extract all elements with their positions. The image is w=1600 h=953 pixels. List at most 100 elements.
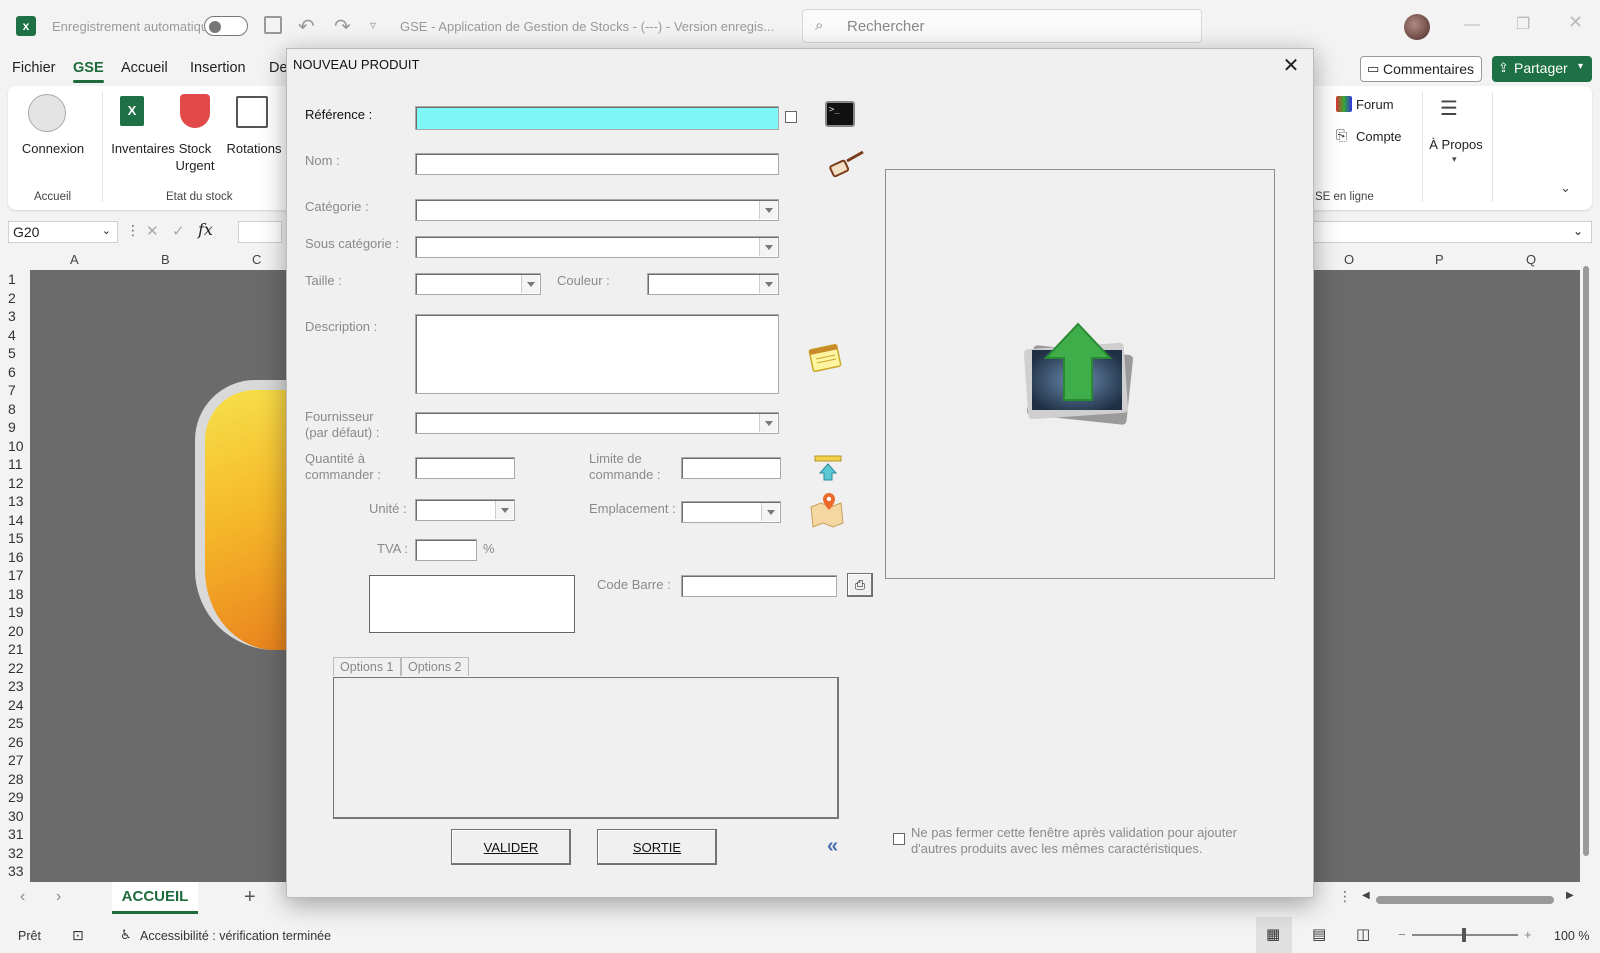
reference-auto-checkbox[interactable] <box>785 111 797 123</box>
scroll-right-icon[interactable]: ▶ <box>1566 890 1574 901</box>
apropos-dropdown-icon[interactable]: ▾ <box>1452 154 1457 165</box>
tab-accueil[interactable]: Accueil <box>121 60 168 76</box>
row-header[interactable]: 15 <box>8 530 24 546</box>
row-header[interactable]: 4 <box>8 327 16 343</box>
formula-expand-icon[interactable]: ⌄ <box>1573 224 1583 238</box>
row-header[interactable]: 29 <box>8 789 24 805</box>
comments-button[interactable]: ▭ Commentaires <box>1360 56 1482 82</box>
barcode-generate-button[interactable]: ⎙ <box>847 573 873 597</box>
tab-de[interactable]: De <box>269 60 288 76</box>
row-header[interactable]: 3 <box>8 308 16 324</box>
accessibility-status[interactable]: Accessibilité : vérification terminée <box>140 929 331 943</box>
search-box[interactable]: ⌕ Rechercher <box>802 9 1202 43</box>
search-loupe-icon[interactable] <box>827 149 865 179</box>
row-header[interactable]: 22 <box>8 660 24 676</box>
zoom-slider-thumb[interactable] <box>1462 928 1466 942</box>
code-barre-input[interactable] <box>681 575 837 597</box>
col-header-p[interactable]: P <box>1435 252 1444 267</box>
fournisseur-select[interactable] <box>415 412 779 434</box>
more-options-icon[interactable]: ⋮ <box>126 222 140 239</box>
autosave-toggle[interactable] <box>204 16 248 36</box>
page-break-icon[interactable]: ◫ <box>1356 925 1370 943</box>
add-sheet-icon[interactable]: + <box>244 886 256 909</box>
close-window-icon[interactable]: ✕ <box>1568 12 1583 33</box>
taille-select[interactable] <box>415 273 541 295</box>
scroll-left-icon[interactable]: ◀ <box>1362 890 1370 901</box>
notepad-icon[interactable] <box>807 339 843 375</box>
undo-icon[interactable]: ↶ <box>298 14 315 39</box>
formula-input[interactable]: ⌄ <box>1280 221 1592 243</box>
zoom-out-icon[interactable]: − <box>1398 927 1406 942</box>
excel-inventory-icon[interactable]: X <box>120 96 144 126</box>
sous-categorie-select[interactable] <box>415 236 779 258</box>
apropos-button[interactable]: À Propos <box>1426 136 1486 153</box>
tab-insertion[interactable]: Insertion <box>190 60 246 76</box>
limite-input[interactable] <box>681 457 781 479</box>
threshold-up-icon[interactable] <box>813 453 843 483</box>
row-header[interactable]: 19 <box>8 604 24 620</box>
save-icon[interactable] <box>264 16 282 34</box>
name-box[interactable]: G20 ⌄ <box>8 221 118 243</box>
row-header[interactable]: 16 <box>8 549 24 565</box>
redo-icon[interactable]: ↷ <box>334 14 351 39</box>
row-header[interactable]: 5 <box>8 345 16 361</box>
col-header-o[interactable]: O <box>1344 252 1354 267</box>
emplacement-select[interactable] <box>681 501 781 523</box>
col-header-a[interactable]: A <box>70 252 79 267</box>
chevron-down-icon[interactable] <box>759 275 777 293</box>
row-header[interactable]: 30 <box>8 808 24 824</box>
formula-input-left[interactable] <box>238 221 282 243</box>
row-header[interactable]: 33 <box>8 863 24 879</box>
keep-open-checkbox[interactable] <box>893 833 905 845</box>
unite-select[interactable] <box>415 499 515 521</box>
chevron-down-icon[interactable] <box>759 201 777 219</box>
row-header[interactable]: 11 <box>8 456 23 472</box>
page-layout-icon[interactable]: ▤ <box>1312 925 1326 943</box>
forum-link[interactable]: Forum <box>1356 96 1394 113</box>
image-upload-icon[interactable] <box>1018 320 1138 430</box>
col-header-c[interactable]: C <box>252 252 261 267</box>
stock-urgent-button[interactable]: Stock Urgent <box>168 140 222 174</box>
chevron-down-icon[interactable] <box>495 501 513 519</box>
zoom-in-icon[interactable]: + <box>1524 927 1532 942</box>
tab-fichier[interactable]: Fichier <box>12 60 56 76</box>
row-header[interactable]: 12 <box>8 475 24 491</box>
compte-link[interactable]: Compte <box>1356 128 1402 145</box>
categorie-select[interactable] <box>415 199 779 221</box>
col-header-q[interactable]: Q <box>1526 252 1536 267</box>
row-header[interactable]: 6 <box>8 364 16 380</box>
row-header[interactable]: 21 <box>8 641 24 657</box>
tva-input[interactable] <box>415 539 477 561</box>
chevron-down-icon[interactable] <box>759 238 777 256</box>
user-avatar[interactable] <box>1404 14 1430 40</box>
row-header[interactable]: 13 <box>8 493 24 509</box>
row-header[interactable]: 24 <box>8 697 24 713</box>
row-header[interactable]: 20 <box>8 623 24 639</box>
next-sheet-icon[interactable]: › <box>56 888 61 906</box>
chevron-down-icon[interactable] <box>521 275 539 293</box>
connexion-button[interactable]: Connexion <box>14 140 92 157</box>
share-button[interactable]: ⇪ Partager ▾ <box>1492 56 1592 82</box>
reference-input[interactable] <box>415 106 779 130</box>
row-header[interactable]: 31 <box>8 826 24 842</box>
row-header[interactable]: 23 <box>8 678 24 694</box>
row-header[interactable]: 26 <box>8 734 24 750</box>
cancel-entry-icon[interactable]: ✕ <box>146 222 159 240</box>
chevron-down-icon[interactable] <box>759 414 777 432</box>
collapse-icon[interactable]: « <box>827 835 838 858</box>
confirm-entry-icon[interactable]: ✓ <box>172 222 185 240</box>
nom-input[interactable] <box>415 153 779 175</box>
row-header[interactable]: 32 <box>8 845 24 861</box>
restore-icon[interactable]: ❐ <box>1516 14 1530 34</box>
insert-function-icon[interactable]: fx <box>198 220 213 239</box>
sortie-button[interactable]: SORTIE <box>597 829 717 865</box>
prev-sheet-icon[interactable]: ‹ <box>20 888 25 906</box>
product-image-frame[interactable] <box>885 169 1275 579</box>
horizontal-scroll-thumb[interactable] <box>1376 896 1554 904</box>
calendar-clock-icon[interactable] <box>236 96 268 128</box>
row-header[interactable]: 8 <box>8 401 16 417</box>
zoom-level[interactable]: 100 % <box>1554 929 1589 943</box>
tab-gse[interactable]: GSE <box>73 60 104 83</box>
description-textarea[interactable] <box>415 314 779 394</box>
normal-view-button[interactable]: ▦ <box>1256 917 1292 953</box>
